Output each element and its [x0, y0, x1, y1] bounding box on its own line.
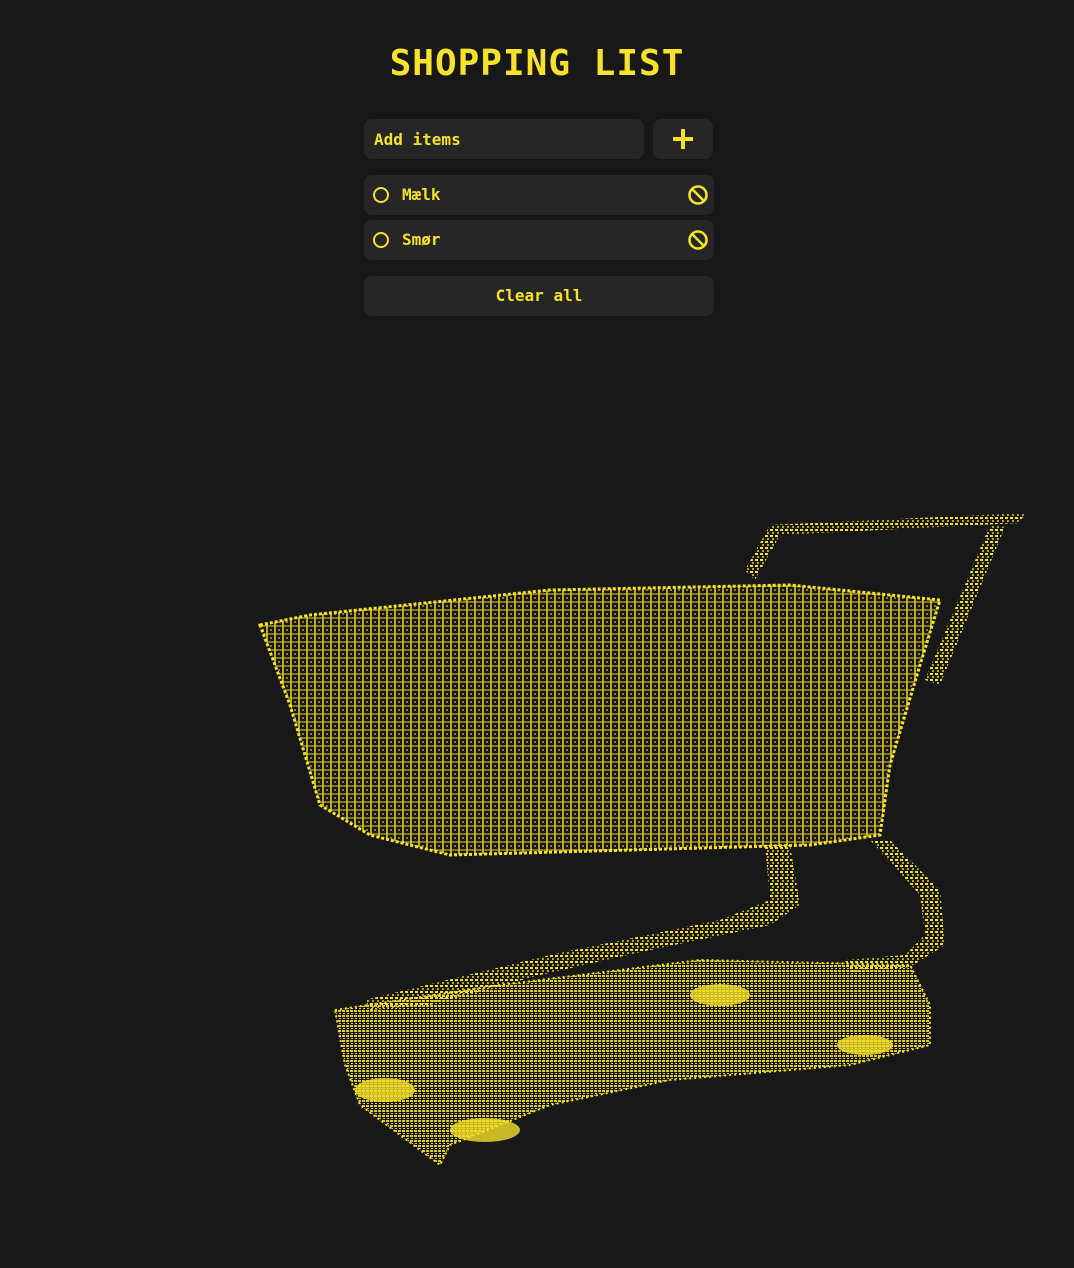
- item-label: Smør: [402, 230, 441, 249]
- page-title: SHOPPING LIST: [389, 43, 685, 84]
- shopping-list: Mælk Smør: [364, 175, 714, 265]
- add-item-form: [364, 119, 713, 159]
- list-item: Mælk: [364, 175, 714, 215]
- item-label: Mælk: [402, 185, 441, 204]
- list-item: Smør: [364, 220, 714, 260]
- ascii-shopping-cart-art: [257, 513, 1025, 1167]
- add-item-input[interactable]: [364, 119, 644, 159]
- ban-icon[interactable]: [687, 184, 709, 206]
- clear-all-button[interactable]: Clear all: [364, 276, 714, 316]
- plus-icon: [673, 129, 693, 149]
- shopping-list-app: SHOPPING LIST Mælk Smør Cl: [0, 0, 1074, 1268]
- item-checkbox[interactable]: [373, 232, 389, 248]
- ban-icon[interactable]: [687, 229, 709, 251]
- add-item-button[interactable]: [653, 119, 713, 159]
- item-checkbox[interactable]: [373, 187, 389, 203]
